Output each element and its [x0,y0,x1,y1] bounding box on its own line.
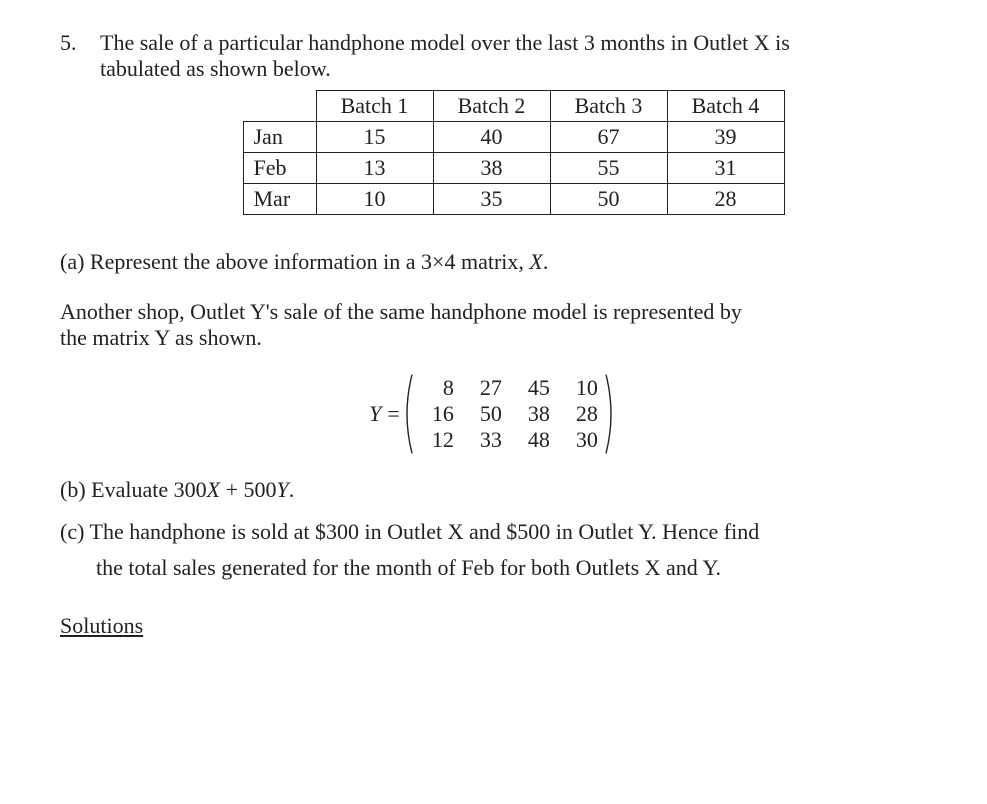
table-row: Jan 15 40 67 39 [243,122,784,153]
table-row-label: Jan [243,122,316,153]
part-c: (c) The handphone is sold at $300 in Out… [60,519,927,581]
expr-plus: + [220,477,243,502]
question-block: 5. The sale of a particular handphone mo… [60,30,927,215]
table-cell: 13 [316,153,433,184]
table-cell: 38 [433,153,550,184]
part-b-suffix: . [289,477,295,502]
expr-500: 500 [243,477,276,502]
right-paren-icon [604,373,618,455]
between-line-1: Another shop, Outlet Y's sale of the sam… [60,299,927,325]
question-number: 5. [60,30,100,215]
table-cell: 31 [667,153,784,184]
matrix-y-label: Y [369,401,381,427]
intro-line-1: The sale of a particular handphone model… [100,30,927,56]
question-body: The sale of a particular handphone model… [100,30,927,215]
matrix-cell: 27 [468,375,502,401]
table-col-header: Batch 1 [316,91,433,122]
table-cell: 39 [667,122,784,153]
part-c-line-1: (c) The handphone is sold at $300 in Out… [60,519,927,545]
sales-table: Batch 1 Batch 2 Batch 3 Batch 4 Jan 15 4… [243,90,785,215]
intro-line-2: tabulated as shown below. [100,56,927,82]
matrix-rows: 8 27 45 10 16 50 38 28 12 33 48 30 [414,373,604,455]
table-header-row: Batch 1 Batch 2 Batch 3 Batch 4 [243,91,784,122]
table-corner-empty [243,91,316,122]
table-cell: 15 [316,122,433,153]
part-c-line-2: the total sales generated for the month … [60,555,927,581]
between-line-2: the matrix Y as shown. [60,325,927,351]
matrix-body: 8 27 45 10 16 50 38 28 12 33 48 30 [400,373,618,455]
table-row: Feb 13 38 55 31 [243,153,784,184]
part-a-prefix: (a) Represent the above information in a [60,249,421,274]
expr-300: 300 [174,477,207,502]
left-paren-icon [400,373,414,455]
matrix-cell: 10 [564,375,598,401]
matrix-row: 8 27 45 10 [420,375,598,401]
table-cell: 55 [550,153,667,184]
part-a-var-x: X [529,249,542,274]
table-cell: 35 [433,184,550,215]
expr-y: Y [276,477,288,502]
matrix-cell: 30 [564,427,598,453]
table-cell: 10 [316,184,433,215]
matrix-y-display: Y = 8 27 45 10 16 50 38 28 12 33 48 30 [60,373,927,455]
matrix-cell: 8 [420,375,454,401]
table-cell: 28 [667,184,784,215]
matrix-cell: 33 [468,427,502,453]
table-col-header: Batch 4 [667,91,784,122]
matrix-cell: 38 [516,401,550,427]
table-col-header: Batch 3 [550,91,667,122]
matrix-cell: 16 [420,401,454,427]
table-row-label: Feb [243,153,316,184]
table-col-header: Batch 2 [433,91,550,122]
matrix-row: 12 33 48 30 [420,427,598,453]
matrix-equals: = [387,401,399,427]
part-a-dims: 3×4 [421,249,455,274]
matrix-cell: 48 [516,427,550,453]
table-cell: 40 [433,122,550,153]
between-text: Another shop, Outlet Y's sale of the sam… [60,299,927,351]
table-row: Mar 10 35 50 28 [243,184,784,215]
table-cell: 50 [550,184,667,215]
matrix-row: 16 50 38 28 [420,401,598,427]
matrix-cell: 28 [564,401,598,427]
part-b-prefix: (b) Evaluate [60,477,174,502]
table-cell: 67 [550,122,667,153]
matrix-cell: 50 [468,401,502,427]
solutions-heading: Solutions [60,613,927,639]
part-a-mid: matrix, [455,249,529,274]
part-a-suffix: . [543,249,549,274]
part-b: (b) Evaluate 300X + 500Y. [60,477,927,503]
matrix-cell: 45 [516,375,550,401]
matrix-cell: 12 [420,427,454,453]
expr-x: X [207,477,220,502]
table-row-label: Mar [243,184,316,215]
part-a: (a) Represent the above information in a… [60,249,927,275]
